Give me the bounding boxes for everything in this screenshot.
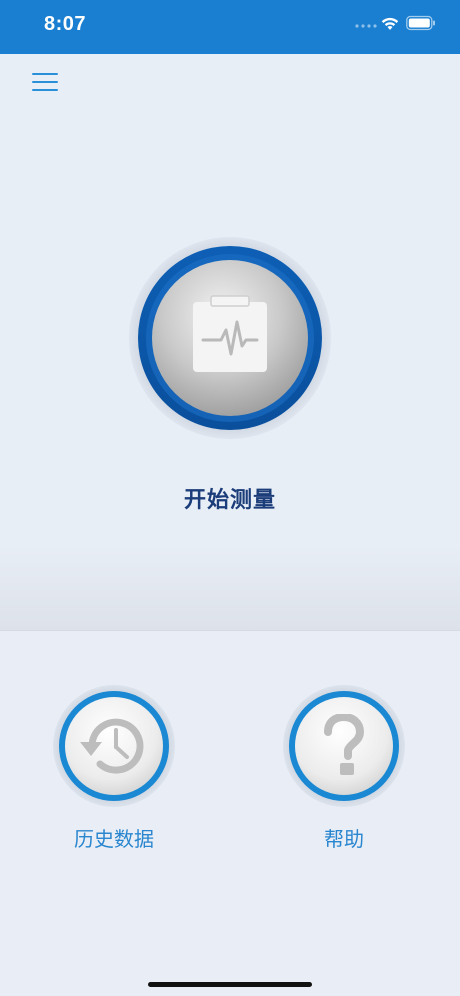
start-measurement-label[interactable]: 开始测量 — [0, 482, 460, 514]
home-indicator[interactable] — [148, 982, 312, 987]
clipboard-heartbeat-icon — [193, 295, 267, 372]
status-bar: 8:07 — [0, 0, 460, 54]
history-button[interactable] — [52, 684, 176, 808]
start-measurement-button[interactable] — [128, 236, 332, 440]
battery-icon — [406, 15, 435, 31]
clock-history-icon — [80, 718, 144, 774]
wifi-icon — [381, 17, 399, 30]
status-time: 8:07 — [44, 13, 87, 35]
help-label[interactable]: 帮助 — [264, 823, 424, 852]
menu-button[interactable] — [28, 66, 64, 96]
question-mark-icon — [324, 714, 364, 775]
history-label[interactable]: 历史数据 — [34, 823, 194, 852]
signal-dots-icon — [355, 24, 377, 28]
app-screen: 8:07 开始测量 历史数据 帮助 — [0, 0, 460, 996]
help-button[interactable] — [282, 684, 406, 808]
